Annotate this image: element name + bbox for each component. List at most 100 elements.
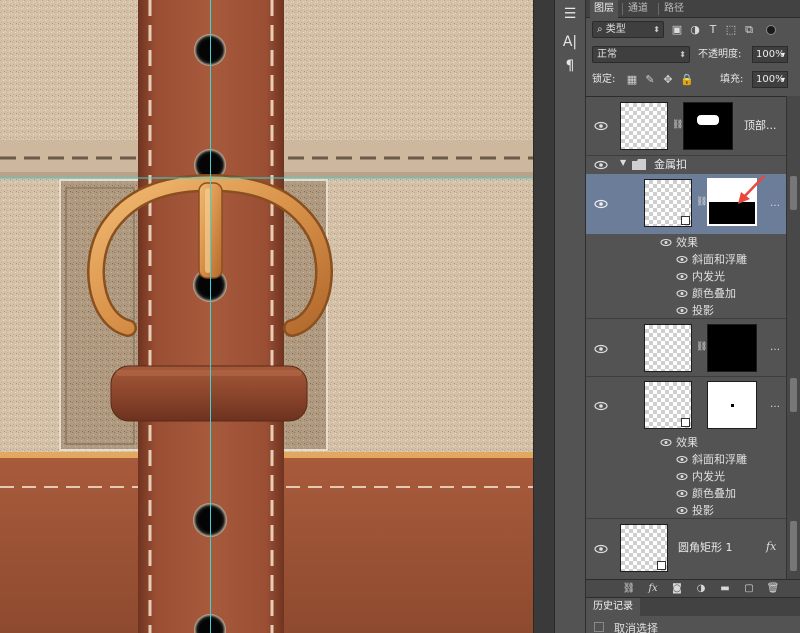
eye-icon[interactable] xyxy=(594,544,608,554)
lock-position-icon[interactable]: ✥ xyxy=(662,73,674,87)
effect-inner-glow[interactable]: 内发光 xyxy=(586,468,786,485)
add-mask-icon[interactable]: ◙ xyxy=(670,582,684,596)
eye-icon[interactable] xyxy=(594,121,608,131)
folder-icon xyxy=(632,159,646,170)
eye-icon[interactable] xyxy=(660,238,672,247)
eye-icon[interactable] xyxy=(594,199,608,209)
panel-dock-toolstrip: ☰ A| ¶ xyxy=(555,0,586,633)
eye-icon[interactable] xyxy=(594,344,608,354)
chevron-down-icon: ▾ xyxy=(780,50,785,59)
type-filter-icon[interactable]: T xyxy=(706,21,720,39)
effect-bevel-emboss[interactable]: 斜面和浮雕 xyxy=(586,251,786,268)
layer-thumbnail xyxy=(620,102,668,150)
eye-icon[interactable] xyxy=(594,401,608,411)
blend-mode-dropdown[interactable]: 正常 ⬍ xyxy=(592,46,690,63)
layer-row-top[interactable]: ⛓ 顶部... xyxy=(586,97,786,156)
lock-image-icon[interactable]: ✎ xyxy=(644,73,656,87)
tab-channels[interactable]: 通道 xyxy=(624,0,652,18)
scrollbar-thumb[interactable] xyxy=(790,378,797,412)
blend-mode-value: 正常 xyxy=(597,49,617,60)
panel-collapse-bar[interactable] xyxy=(533,0,555,633)
tab-history[interactable]: 历史记录 xyxy=(586,598,640,616)
pixel-filter-icon[interactable]: ▣ xyxy=(670,21,684,39)
history-panel: 历史记录 取消选择 xyxy=(586,597,800,633)
effect-drop-shadow[interactable]: 投影 xyxy=(586,302,786,319)
layer-name: 顶部... xyxy=(744,119,777,132)
eye-icon[interactable] xyxy=(594,160,608,170)
link-icon[interactable]: ⛓ xyxy=(696,196,707,208)
effect-inner-glow[interactable]: 内发光 xyxy=(586,268,786,285)
eye-icon[interactable] xyxy=(676,472,688,481)
more-dots-icon[interactable]: … xyxy=(770,342,780,353)
layer-row-selected[interactable]: ⛓ … xyxy=(586,174,786,234)
layer-mask-thumbnail[interactable] xyxy=(707,324,757,372)
effect-bevel-emboss[interactable]: 斜面和浮雕 xyxy=(586,451,786,468)
document-canvas[interactable] xyxy=(0,0,533,633)
vector-mask-badge-icon xyxy=(681,418,690,427)
new-adjustment-icon[interactable]: ◑ xyxy=(694,582,708,596)
eye-icon[interactable] xyxy=(676,489,688,498)
more-dots-icon[interactable]: … xyxy=(770,198,780,209)
link-layers-icon[interactable]: ⛓ xyxy=(622,582,636,596)
eye-icon[interactable] xyxy=(676,289,688,298)
character-icon[interactable]: A| xyxy=(559,32,581,52)
vector-mask-badge-icon xyxy=(681,216,690,225)
more-dots-icon[interactable]: … xyxy=(770,399,780,410)
add-style-icon[interactable]: fx xyxy=(646,582,660,596)
blend-row: 正常 ⬍ 不透明度: 100% ▾ xyxy=(586,46,800,64)
scrollbar-thumb[interactable] xyxy=(790,176,797,210)
eye-icon[interactable] xyxy=(660,438,672,447)
filter-kind-dropdown[interactable]: ⌕ 类型 ⬍ xyxy=(592,21,664,38)
effect-name: 颜色叠加 xyxy=(692,287,736,300)
new-group-icon[interactable]: ▬ xyxy=(718,582,732,596)
tab-paths[interactable]: 路径 xyxy=(660,0,688,18)
effect-color-overlay[interactable]: 颜色叠加 xyxy=(586,485,786,502)
effect-name: 内发光 xyxy=(692,270,725,283)
layer-name: 圆角矩形 1 xyxy=(678,541,733,554)
layer-row-3[interactable]: … xyxy=(586,377,786,434)
eye-icon[interactable] xyxy=(676,306,688,315)
eye-icon[interactable] xyxy=(676,255,688,264)
lock-transparent-icon[interactable]: ▦ xyxy=(626,73,638,87)
effect-name: 投影 xyxy=(692,304,714,317)
chevron-down-icon: ▾ xyxy=(780,75,785,84)
layer-mask-thumbnail[interactable] xyxy=(683,102,733,150)
tab-layers[interactable]: 图层 xyxy=(590,0,618,18)
opacity-input[interactable]: 100% ▾ xyxy=(752,46,788,63)
filter-kind-value: 类型 xyxy=(605,24,626,35)
annotation-arrow-icon xyxy=(738,175,765,204)
delete-layer-icon[interactable]: 🗑 xyxy=(766,582,780,596)
disclosure-triangle-icon[interactable]: ▼ xyxy=(620,158,626,167)
effect-color-overlay[interactable]: 颜色叠加 xyxy=(586,285,786,302)
lock-all-icon[interactable]: 🔒 xyxy=(680,73,694,87)
layer-row-2[interactable]: ⛓ … xyxy=(586,320,786,377)
paragraph-icon[interactable]: ¶ xyxy=(559,56,581,76)
layer-list[interactable]: ⛓ 顶部... ▼ 金属扣 ⛓ … 效果 斜面和浮雕 内发光 颜色叠加 投影 ⛓… xyxy=(586,96,786,579)
layer-mask-thumbnail[interactable] xyxy=(707,381,757,429)
adjustment-filter-icon[interactable]: ◑ xyxy=(688,21,702,39)
fx-icon[interactable]: fx xyxy=(766,540,776,553)
effect-drop-shadow[interactable]: 投影 xyxy=(586,502,786,519)
filter-toggle-icon[interactable] xyxy=(766,25,776,35)
layer-group-row[interactable]: ▼ 金属扣 xyxy=(586,156,786,174)
fill-input[interactable]: 100% ▾ xyxy=(752,71,788,88)
link-icon[interactable]: ⛓ xyxy=(696,341,707,353)
eye-icon[interactable] xyxy=(676,272,688,281)
link-icon[interactable]: ⛓ xyxy=(672,119,683,131)
effects-header[interactable]: 效果 xyxy=(586,234,786,251)
arrange-icon[interactable]: ☰ xyxy=(559,4,581,24)
shape-filter-icon[interactable]: ⬚ xyxy=(724,21,738,39)
scrollbar-thumb[interactable] xyxy=(790,521,797,571)
eye-icon[interactable] xyxy=(676,455,688,464)
effects-header[interactable]: 效果 xyxy=(586,434,786,451)
layer-row-rounded-rect[interactable]: 圆角矩形 1 fx xyxy=(586,520,786,579)
history-item[interactable]: 取消选择 xyxy=(614,620,658,633)
new-layer-icon[interactable]: ▢ xyxy=(742,582,756,596)
layer-thumbnail xyxy=(620,524,668,572)
layers-scrollbar[interactable] xyxy=(786,96,800,579)
smart-object-filter-icon[interactable]: ⧉ xyxy=(742,21,756,39)
history-tabs: 历史记录 xyxy=(586,598,800,616)
layer-thumbnail xyxy=(644,179,692,227)
eye-icon[interactable] xyxy=(676,506,688,515)
history-state-checkbox[interactable] xyxy=(594,622,604,632)
